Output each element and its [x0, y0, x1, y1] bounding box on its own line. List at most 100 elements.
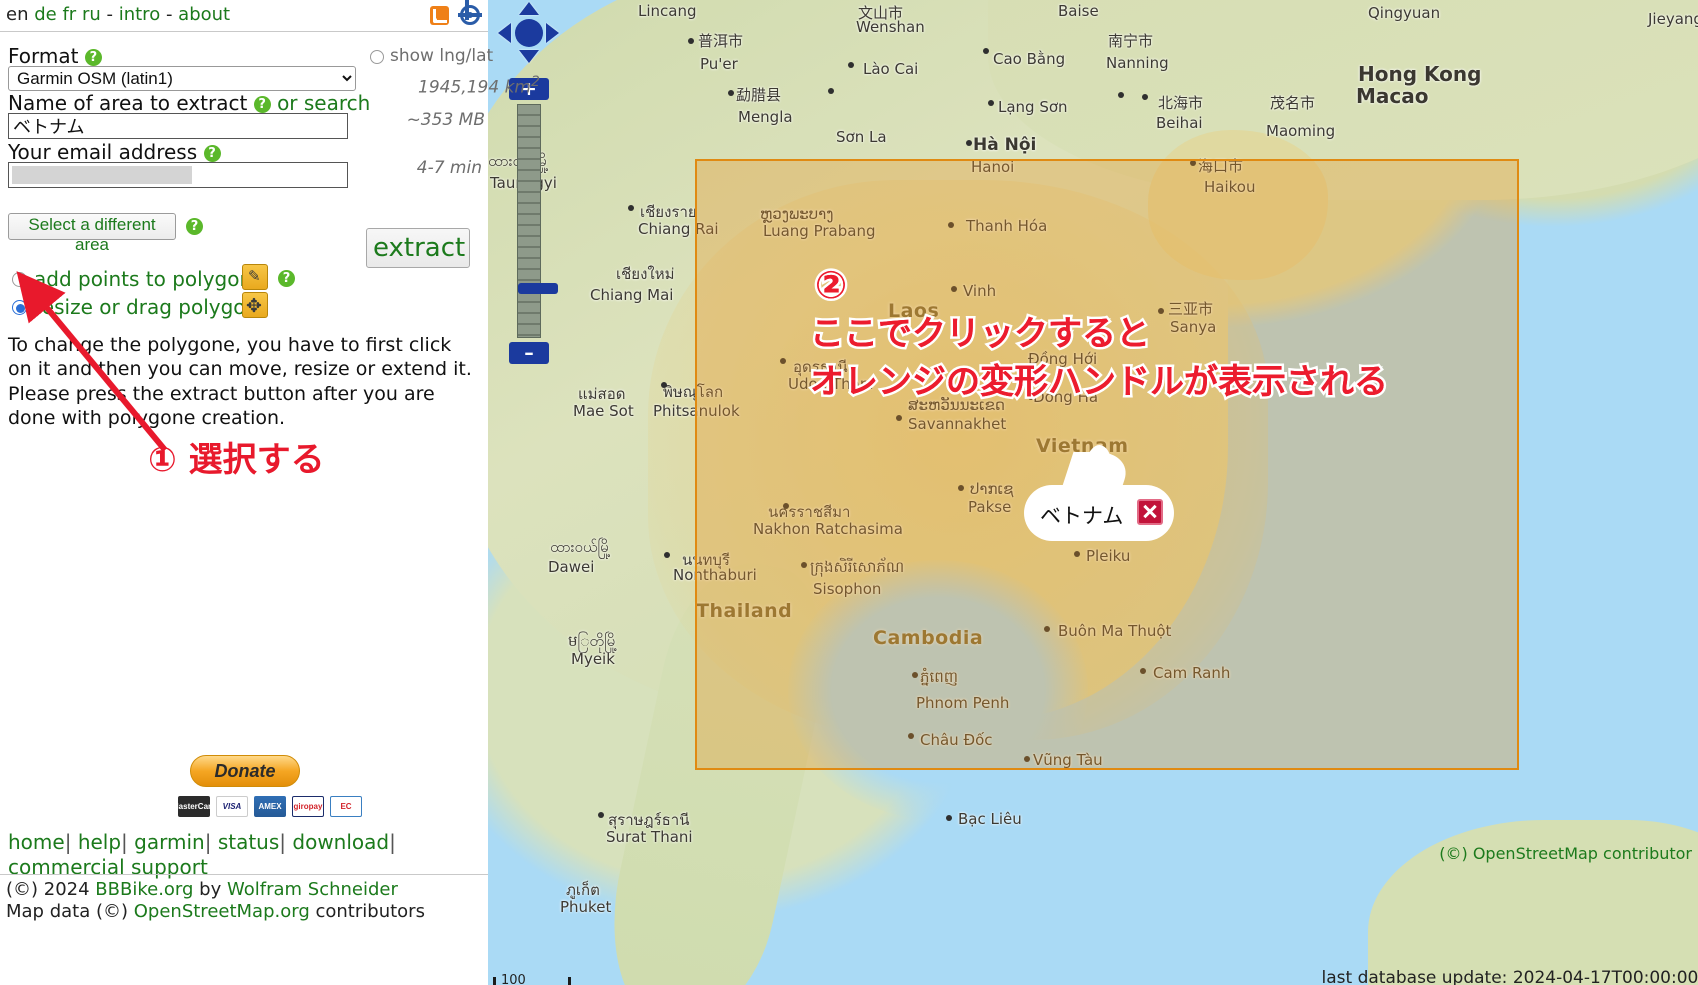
pencil-glyph-icon: ✎ — [248, 267, 261, 285]
lang-current: en — [6, 4, 29, 25]
ec-card-icon: EC — [330, 796, 362, 817]
map-city-dot — [848, 62, 854, 68]
howto-instructions: To change the polygone, you have to firs… — [8, 334, 472, 429]
footer-sep-4: | — [279, 830, 287, 854]
map-canvas[interactable]: Lincang 文山市 Wenshan Baise Qingyuan Jieyang 普洱市… — [488, 0, 1698, 985]
pan-left-icon[interactable] — [498, 23, 511, 43]
map-city-dot — [728, 90, 734, 96]
pan-center-icon[interactable] — [515, 19, 543, 47]
footer-link-help[interactable]: help — [78, 830, 121, 854]
author-link[interactable]: Wolfram Schneider — [227, 879, 398, 900]
copyright-by: by — [193, 879, 227, 900]
map-city-dot — [664, 552, 670, 558]
zoom-slider-handle[interactable] — [518, 283, 558, 294]
mapdata-prefix: Map data (©) — [6, 900, 134, 922]
area-name-input[interactable] — [8, 113, 348, 139]
area-size-unit-sup: 2 — [530, 74, 540, 90]
eta-stat: 4-7 min — [416, 158, 482, 178]
show-lnglat-radio[interactable] — [370, 50, 384, 64]
move-arrows-icon[interactable]: ✥ — [242, 292, 268, 318]
footer-link-garmin[interactable]: garmin — [134, 830, 205, 854]
format-label: Format ? — [8, 44, 102, 68]
pencil-add-icon[interactable]: ✎ — [242, 264, 268, 290]
pan-up-icon[interactable] — [519, 2, 539, 15]
bbbike-link[interactable]: BBBike.org — [95, 879, 193, 900]
email-label-text: Your email address — [8, 140, 198, 164]
map-city-dot — [966, 140, 972, 146]
footer-sep-2: | — [121, 830, 128, 854]
language-bar: en de fr ru - intro - about — [0, 0, 488, 32]
format-help-icon[interactable]: ? — [84, 49, 102, 66]
gps-crosshair-line-icon — [465, 0, 469, 20]
scale-km-label: 100 km — [501, 973, 526, 985]
area-size-value: 1945,194 km — [418, 77, 531, 98]
osm-attribution[interactable]: (©) OpenStreetMap contributor — [1439, 844, 1692, 863]
map-popup-bubble[interactable]: ベトナム — [1024, 443, 1174, 541]
area-size-stat: 1945,194 km2 — [418, 74, 540, 98]
popup-label: ベトナム — [1040, 504, 1124, 528]
footer-link-home[interactable]: home — [8, 830, 65, 854]
email-help-icon[interactable]: ? — [203, 145, 221, 162]
select-different-area-button[interactable]: Select a different area — [8, 213, 176, 254]
footer-link-status[interactable]: status — [218, 830, 279, 854]
zoom-slider-track[interactable] — [517, 104, 558, 338]
pan-down-icon[interactable] — [519, 50, 539, 63]
format-label-text: Format — [8, 44, 79, 68]
add-points-help-icon[interactable]: ? — [278, 270, 295, 287]
map-city-dot — [988, 100, 994, 106]
amex-icon: AMEX — [254, 796, 286, 817]
map-city-dot — [983, 48, 989, 54]
lang-fr[interactable]: fr — [62, 4, 76, 25]
map-pan-control[interactable] — [498, 2, 560, 64]
footer-sep-5: | — [389, 830, 396, 854]
show-lnglat-label: show lng/lat — [390, 46, 494, 66]
footer-link-download[interactable]: download — [292, 830, 389, 854]
zoom-out-button[interactable]: – — [509, 342, 549, 364]
mode-add-points-radio[interactable] — [12, 272, 27, 287]
map-city-dot — [628, 205, 634, 211]
copyright-block: (©) 2024 BBBike.org by Wolfram Schneider… — [0, 874, 488, 922]
mode-resize-drag-radio[interactable] — [12, 300, 27, 315]
map-city-dot — [661, 382, 667, 388]
area-name-label-text: Name of area to extract — [8, 91, 248, 115]
scale-tick-km — [568, 977, 571, 985]
osm-link[interactable]: OpenStreetMap.org — [134, 901, 310, 922]
extract-button[interactable]: extract — [366, 228, 470, 268]
mode-add-points-label: add points to polygon — [34, 267, 253, 291]
visa-icon: VISA — [216, 796, 248, 817]
copyright-prefix: (©) 2024 — [6, 879, 96, 900]
annotation-1-text: ① 選択する — [148, 440, 325, 480]
area-name-label: Name of area to extract ? or search — [8, 91, 370, 115]
footer-links: home| help| garmin| status| download| co… — [8, 830, 488, 880]
rss-icon[interactable] — [430, 6, 449, 25]
link-about[interactable]: about — [178, 4, 230, 25]
db-update-label: last database update: 2024-04-17T00:00:0… — [1321, 968, 1698, 985]
donate-button[interactable]: Donate — [190, 755, 300, 787]
select-area-help-icon[interactable]: ? — [186, 218, 203, 235]
lang-sep-1: - — [106, 4, 113, 25]
lang-de[interactable]: de — [34, 4, 57, 25]
search-link[interactable]: or search — [277, 91, 370, 115]
lang-ru[interactable]: ru — [82, 4, 101, 25]
copyright-line-1: (©) 2024 BBBike.org by Wolfram Schneider — [6, 879, 488, 901]
lang-sep-2: - — [165, 4, 173, 25]
sidebar-panel: en de fr ru - intro - about Format ? Gar… — [0, 0, 540, 985]
map-city-dot — [598, 812, 604, 818]
link-intro[interactable]: intro — [119, 4, 160, 25]
format-select[interactable]: Garmin OSM (latin1) — [8, 66, 356, 91]
payment-cards: MasterCard VISA AMEX giropay EC — [172, 796, 362, 817]
close-x-icon[interactable] — [1137, 499, 1163, 525]
footer-sep-1: | — [64, 830, 72, 854]
email-label: Your email address ? — [8, 140, 221, 164]
file-size-stat: ~353 MB — [406, 110, 485, 130]
gps-crosshair-icon[interactable] — [458, 5, 482, 25]
map-city-dot — [1118, 92, 1124, 98]
pan-right-icon[interactable] — [546, 23, 559, 43]
map-city-dot — [946, 815, 952, 821]
copyright-line-2: Map data (©) OpenStreetMap.org contribut… — [6, 901, 488, 923]
map-zoom-control[interactable]: + – — [509, 78, 558, 364]
giropay-icon: giropay — [292, 796, 324, 817]
map-city-dot — [688, 38, 694, 44]
area-name-help-icon[interactable]: ? — [253, 96, 271, 113]
map-city-dot — [1142, 94, 1148, 100]
